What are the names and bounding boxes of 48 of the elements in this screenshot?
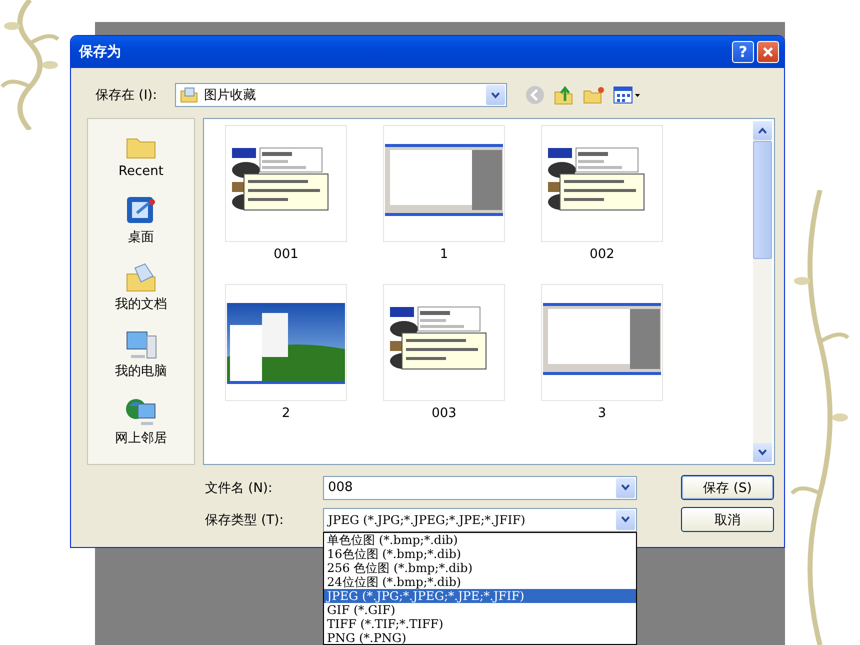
caret-icon xyxy=(486,85,505,105)
folder-name: 图片收藏 xyxy=(204,87,256,104)
file-type-option[interactable]: 16色位图 (*.bmp;*.dib) xyxy=(324,547,636,561)
image-thumbnail[interactable] xyxy=(541,284,663,401)
scroll-down-icon[interactable] xyxy=(753,443,772,462)
file-type-option[interactable]: PNG (*.PNG) xyxy=(324,631,636,644)
close-icon xyxy=(762,46,774,58)
places-item[interactable]: 网上邻居 xyxy=(115,394,167,447)
image-thumbnail[interactable] xyxy=(225,284,347,401)
view-menu-icon[interactable] xyxy=(613,86,641,104)
scrollbar[interactable] xyxy=(753,121,772,462)
up-folder-icon[interactable] xyxy=(553,84,575,106)
close-button[interactable] xyxy=(757,41,779,63)
window-title: 保存为 xyxy=(79,43,122,61)
save-in-dropdown[interactable]: 图片收藏 xyxy=(175,83,507,107)
cancel-button[interactable]: 取消 xyxy=(681,507,774,532)
file-type-label: 保存类型 (T): xyxy=(205,512,285,528)
save-in-label: 保存在 (I): xyxy=(94,87,157,104)
places-item[interactable]: 我的文档 xyxy=(115,260,167,313)
file-type-dropdown[interactable]: JPEG (*.JPG;*.JPEG;*.JPE;*.JFIF) xyxy=(323,508,637,532)
file-name[interactable]: 1 xyxy=(440,247,448,262)
places-item[interactable]: 我的电脑 xyxy=(115,327,167,380)
file-type-option[interactable]: 单色位图 (*.bmp;*.dib) xyxy=(324,533,636,547)
file-name[interactable]: 001 xyxy=(274,247,298,262)
image-thumbnail[interactable] xyxy=(225,125,347,242)
help-button[interactable]: ? xyxy=(732,41,754,63)
image-thumbnail[interactable] xyxy=(383,125,505,242)
file-name[interactable]: 002 xyxy=(590,247,614,262)
caret-icon xyxy=(616,478,635,498)
file-name[interactable]: 2 xyxy=(282,406,290,421)
file-type-option[interactable]: JPEG (*.JPG;*.JPEG;*.JPE;*.JFIF) xyxy=(324,589,636,603)
image-thumbnail[interactable] xyxy=(541,125,663,242)
places-item[interactable]: 桌面 xyxy=(123,193,159,246)
caret-icon xyxy=(616,510,635,530)
file-type-option[interactable]: GIF (*.GIF) xyxy=(324,603,636,617)
file-name-label: 文件名 (N): xyxy=(205,480,274,496)
save-button[interactable]: 保存 (S) xyxy=(681,475,774,500)
image-thumbnail[interactable] xyxy=(383,284,505,401)
file-type-option[interactable]: 256 色位图 (*.bmp;*.dib) xyxy=(324,561,636,575)
scroll-up-icon[interactable] xyxy=(753,121,772,140)
picture-folder-icon xyxy=(180,87,198,103)
file-type-option[interactable]: TIFF (*.TIF;*.TIFF) xyxy=(324,617,636,631)
new-folder-icon[interactable] xyxy=(583,85,605,105)
file-name[interactable]: 3 xyxy=(598,406,606,421)
places-item[interactable]: Recent xyxy=(118,129,164,179)
file-type-option[interactable]: 24位位图 (*.bmp;*.dib) xyxy=(324,575,636,589)
file-name[interactable]: 003 xyxy=(432,406,456,421)
file-name-field[interactable]: 008 xyxy=(323,476,637,500)
